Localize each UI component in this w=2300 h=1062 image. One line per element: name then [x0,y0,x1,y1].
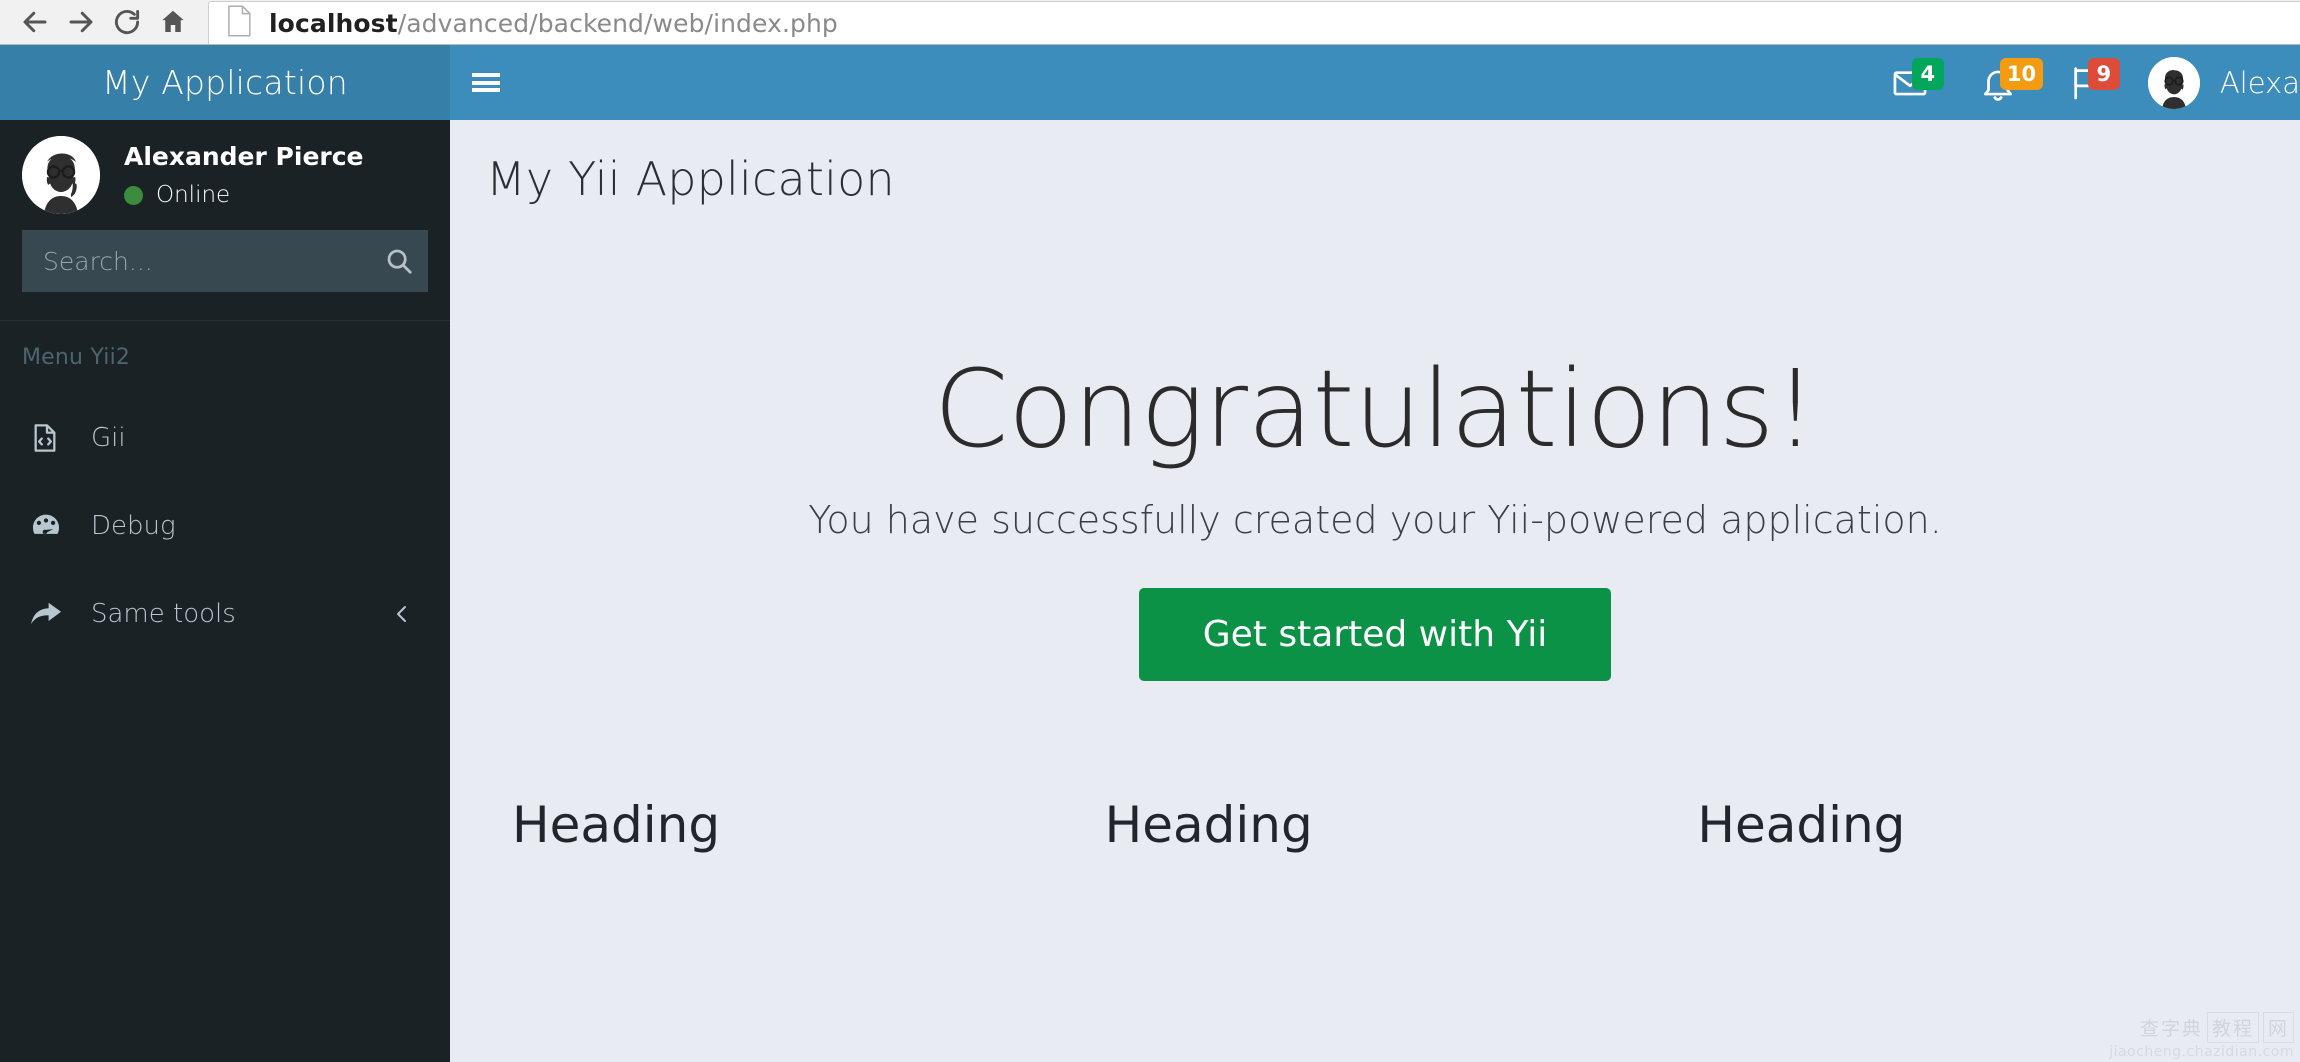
sidebar-item-gii[interactable]: Gii [0,394,450,482]
sidebar-item-label: Gii [91,423,126,453]
notifications-menu[interactable]: 10 [1954,45,2042,120]
column-heading: Heading [512,796,1053,854]
get-started-button[interactable]: Get started with Yii [1139,588,1611,681]
feature-column: Heading [1079,796,1672,854]
watermark: 查字典 教程 网 jiaocheng.chazidian.com [2109,1012,2294,1060]
jumbotron-lead: You have successfully created your Yii-p… [450,498,2300,542]
url-text: localhost/advanced/backend/web/index.php [269,9,838,38]
application-root: My Application [0,45,2300,1062]
sidebar-search-container [0,230,450,320]
hamburger-bar [472,88,500,92]
dashboard-gauge-icon [29,509,71,543]
avatar [2148,57,2200,109]
sidebar-logo[interactable]: My Application [0,45,450,120]
content-header: My Yii Application [450,120,2300,206]
sidebar-search-form [22,230,428,292]
notifications-badge: 10 [2000,58,2043,90]
avatar [22,136,100,214]
url-path: /advanced/backend/web/index.php [398,9,838,38]
messages-badge: 4 [1912,58,1944,90]
back-icon[interactable] [12,1,58,43]
feature-column: Heading [1671,796,2264,854]
messages-menu[interactable]: 4 [1866,45,1954,120]
user-account-menu[interactable]: Alexa [2130,45,2300,120]
sidebar: My Application [0,45,450,1062]
search-icon [384,246,414,276]
sidebar-item-label: Same tools [91,599,236,629]
column-heading: Heading [1105,796,1646,854]
hamburger-bar [472,81,500,85]
jumbotron-title: Congratulations! [450,354,2300,466]
reload-icon[interactable] [104,1,150,43]
tasks-menu[interactable]: 9 [2042,45,2130,120]
forward-icon[interactable] [58,1,104,43]
sidebar-item-label: Debug [91,511,176,541]
main-column: 4 10 9 [450,45,2300,1062]
address-bar[interactable]: localhost/advanced/backend/web/index.php [208,1,2300,44]
jumbotron: Congratulations! You have successfully c… [450,206,2300,681]
user-avatar-photo [2148,57,2200,109]
column-heading: Heading [1697,796,2238,854]
page-document-icon [227,5,253,41]
navbar-right-menu: 4 10 9 [1866,45,2300,120]
share-arrow-icon [29,599,71,629]
sidebar-user-info: Alexander Pierce Online [124,142,364,208]
home-icon[interactable] [150,1,196,43]
sidebar-item-same-tools[interactable]: Same tools [0,570,450,658]
chevron-left-icon [390,602,414,626]
top-navbar: 4 10 9 [450,45,2300,120]
feature-columns: Heading Heading Heading [450,796,2300,854]
feature-column: Heading [486,796,1079,854]
content-wrapper: My Yii Application Congratulations! You … [450,120,2300,1062]
sidebar-menu-header: Menu Yii2 [0,320,450,394]
sidebar-user-status: Online [124,182,364,208]
user-avatar-photo [22,136,100,214]
hamburger-menu-icon[interactable] [450,45,522,120]
search-input[interactable] [23,247,370,276]
logo-text: My Application [102,63,348,102]
sidebar-item-debug[interactable]: Debug [0,482,450,570]
tasks-badge: 9 [2088,58,2120,90]
watermark-part3: 网 [2263,1012,2294,1043]
user-menu-name: Alexa [2220,66,2300,100]
sidebar-user-name: Alexander Pierce [124,142,364,172]
status-text: Online [156,182,230,208]
search-submit-button[interactable] [370,231,427,291]
hamburger-bar [472,73,500,77]
browser-toolbar: localhost/advanced/backend/web/index.php [0,0,2300,45]
status-online-dot [124,186,143,205]
file-code-icon [29,422,71,454]
watermark-part1: 查字典 [2140,1014,2203,1041]
url-host: localhost [269,9,398,38]
watermark-url: jiaocheng.chazidian.com [2109,1044,2294,1060]
sidebar-menu: Gii Debug Same tools [0,394,450,658]
watermark-part2: 教程 [2207,1012,2259,1043]
watermark-title: 查字典 教程 网 [2109,1012,2294,1043]
page-title: My Yii Application [486,152,2300,206]
sidebar-user-panel: Alexander Pierce Online [0,120,450,230]
